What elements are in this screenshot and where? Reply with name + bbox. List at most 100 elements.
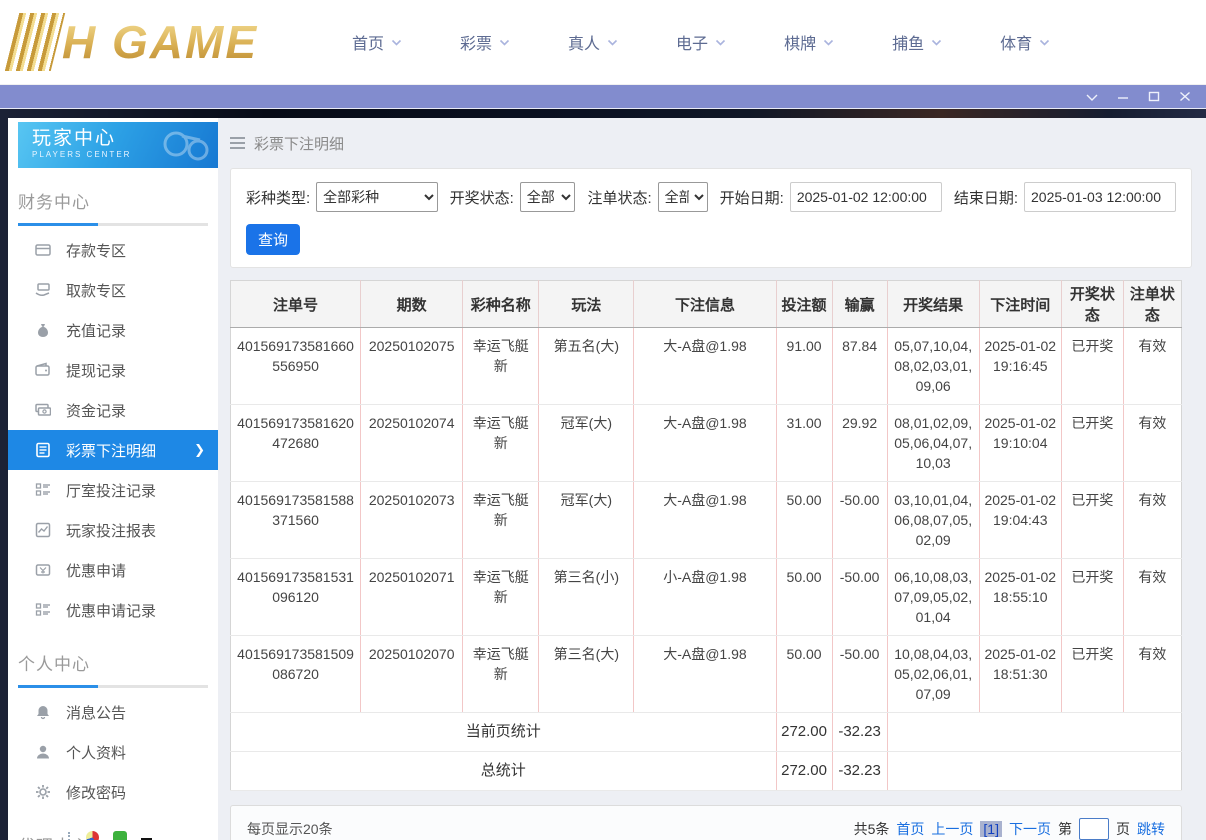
sidebar-item-label: 取款专区 [66,282,127,300]
end-date-input[interactable] [1024,182,1176,212]
cell-bet-info: 大-A盘@1.98 [633,327,777,405]
cell-bet-info: 小-A盘@1.98 [633,558,777,636]
chevron-down-icon [391,37,402,48]
app-icon[interactable] [113,831,127,840]
sidebar-item-hall-bet-records[interactable]: 厅室投注记录 [8,470,218,510]
deposit-card-icon [34,241,52,259]
section-underline [18,223,208,226]
cell-period: 20250102070 [360,635,464,713]
prev-page-link[interactable]: 上一页 [931,819,973,839]
cell-bet-info: 大-A盘@1.98 [633,404,777,482]
maximize-button[interactable] [1145,89,1163,105]
sidebar-item-recharge-records[interactable]: 充值记录 [8,310,218,350]
cell-lottery: 幸运飞艇新 [462,635,540,713]
cell-draw-status: 已开奖 [1061,481,1124,559]
breadcrumb: 彩票下注明细 [230,128,1192,158]
sidebar-item-fund-records[interactable]: 资金记录 [8,390,218,430]
document-list-icon [34,441,52,459]
sidebar-section-heading: 个人中心 [18,655,90,674]
cell-play: 第三名(小) [538,558,635,636]
sidebar-item-label: 资金记录 [66,402,127,420]
cell-bet-info: 大-A盘@1.98 [633,481,777,559]
summary-winloss: -32.23 [832,712,888,752]
nav-item-label: 捕鱼 [892,36,925,53]
sidebar-section-heading: 财务中心 [18,193,90,212]
hamburger-icon[interactable] [230,137,245,149]
cell-lottery: 幸运飞艇新 [462,404,540,482]
site-logo[interactable]: H GAME [4,13,302,71]
next-page-link[interactable]: 下一页 [1009,819,1051,839]
table-row: 401569173581660556950 20250102075 幸运飞艇新 第五名… [230,327,1182,405]
jump-page-input[interactable] [1079,818,1109,840]
column-header: 输赢 [832,280,888,328]
cell-draw-status: 已开奖 [1061,404,1124,482]
cell-bet-time: 2025-01-02 19:10:04 [979,404,1062,482]
first-page-link[interactable]: 首页 [896,819,924,839]
sidebar-item-profile[interactable]: 个人资料 [8,732,218,772]
cell-bet-time: 2025-01-02 18:51:30 [979,635,1062,713]
nav-item-sports[interactable]: 体育 [1000,30,1050,54]
nav-item-home[interactable]: 首页 [352,30,402,54]
end-date-label: 结束日期: [953,189,1018,207]
sidebar-item-player-bet-report[interactable]: 玩家投注报表 [8,510,218,550]
nav-item-label: 真人 [568,36,601,53]
nav-item-chess[interactable]: 棋牌 [784,30,834,54]
page-size-text: 每页显示20条 [247,821,333,837]
jump-action-link[interactable]: 跳转 [1137,819,1165,839]
nav-item-live[interactable]: 真人 [568,30,618,54]
nav-item-lottery[interactable]: 彩票 [460,30,510,54]
cell-winloss: -50.00 [832,635,888,713]
pagination-panel: 每页显示20条 共5条 首页 上一页 [1] 下一页 第 页 跳转 [230,805,1182,840]
start-date-input[interactable] [789,182,942,212]
logo-text: H GAME [62,16,258,68]
bet-status-select[interactable]: 全部 [657,182,708,212]
query-button[interactable]: 查询 [246,224,300,255]
nav-item-fishing[interactable]: 捕鱼 [892,30,942,54]
cell-play: 冠军(大) [538,404,635,482]
sidebar-item-change-password[interactable]: 修改密码 [8,772,218,812]
summary-winloss: -32.23 [832,751,888,791]
sidebar-item-withdraw-zone[interactable]: 取款专区 [8,270,218,310]
lottery-type-select[interactable]: 全部彩种 [316,182,438,212]
cell-bet-status: 有效 [1123,481,1182,559]
cell-lottery: 幸运飞艇新 [462,558,540,636]
chevron-down-icon [823,37,834,48]
column-header: 投注额 [776,280,833,328]
sidebar-item-announcements[interactable]: 消息公告 [8,692,218,732]
withdraw-hand-icon [34,281,52,299]
cell-bet-time: 2025-01-02 18:55:10 [979,558,1062,636]
chevron-right-icon: ❯ [194,442,205,457]
browser-icon[interactable] [86,831,99,840]
drag-handle-icon [68,832,70,840]
column-header: 注单状态 [1123,280,1182,328]
sidebar-item-label: 优惠申请 [66,562,127,580]
cell-bet-time: 2025-01-02 19:04:43 [979,481,1062,559]
cell-result: 06,10,08,03,07,09,05,02,01,04 [887,558,980,636]
cell-amount: 91.00 [776,327,833,405]
column-header: 玩法 [538,280,635,328]
sidebar-item-lottery-bet-details[interactable]: 彩票下注明细 ❯ [8,430,218,470]
sidebar-item-deposit-zone[interactable]: 存款专区 [8,230,218,270]
chevron-down-icon [499,37,510,48]
draw-status-select[interactable]: 全部 [519,182,576,212]
sidebar: 玩家中心 PLAYERS CENTER 财务中心 存款专区 取款专区 充值记录 提现记录… [8,118,218,840]
cell-lottery: 幸运飞艇新 [462,327,540,405]
chart-report-icon [34,521,52,539]
dropdown-button[interactable] [1083,89,1101,105]
nav-item-label: 体育 [1000,36,1033,53]
minimize-button[interactable] [1114,89,1132,105]
column-header: 下注信息 [633,280,777,328]
sidebar-item-promo-apply-records[interactable]: 优惠申请记录 [8,590,218,630]
nav-item-slots[interactable]: 电子 [676,30,726,54]
close-button[interactable] [1176,89,1194,105]
cell-winloss: 87.84 [832,327,888,405]
logo-stripes-icon [4,13,66,71]
cell-bet-status: 有效 [1123,404,1182,482]
sidebar-item-withdrawal-records[interactable]: 提现记录 [8,350,218,390]
bets-table: 注单号 期数 彩种名称 玩法 下注信息 投注额 输赢 开奖结果 下注时间 开奖状态 注单状态 4015… [230,280,1182,791]
sidebar-item-label: 玩家投注报表 [66,522,157,540]
nav-item-label: 彩票 [460,36,493,53]
sidebar-item-promo-apply[interactable]: 优惠申请 [8,550,218,590]
sidebar-item-label: 消息公告 [66,704,127,722]
pager: 共5条 首页 上一页 [1] 下一页 第 页 跳转 [854,818,1165,840]
